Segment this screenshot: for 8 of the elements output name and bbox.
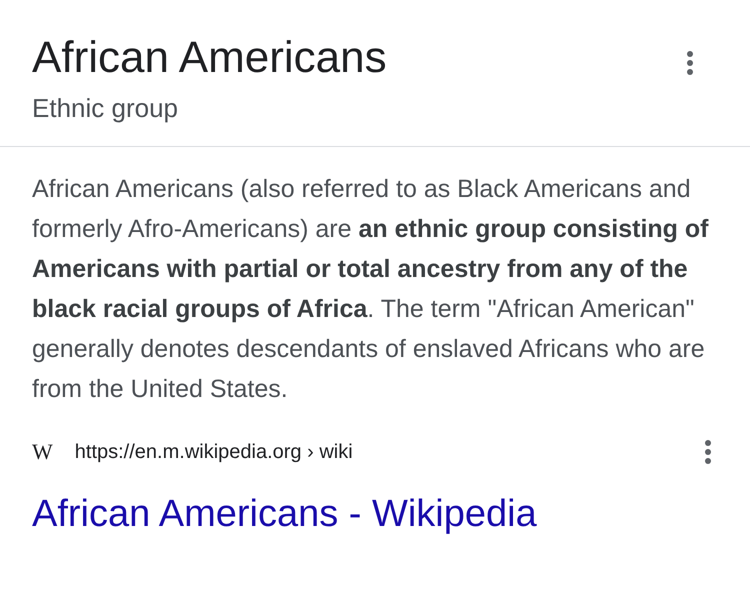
description-text: African Americans (also referred to as Black Americans and formerly Afro-Americans) are an ethnic group consisting of Americans with partial or total ancestry from any of the black racial groups of Africa. The term "African American" generally denotes descendants of enslaved Africans who are from the United States.	[31, 174, 710, 405]
wikipedia-favicon: W	[32, 438, 51, 466]
more-options-icon[interactable]	[686, 50, 694, 76]
more-options-icon[interactable]	[704, 438, 712, 464]
entity-title: African Americans	[32, 32, 387, 84]
source-url: https://en.m.wikipedia.org › wiki	[74, 440, 353, 464]
entity-subtitle: Ethnic group	[32, 92, 179, 125]
result-link[interactable]: African Americans - Wikipedia	[32, 490, 537, 538]
